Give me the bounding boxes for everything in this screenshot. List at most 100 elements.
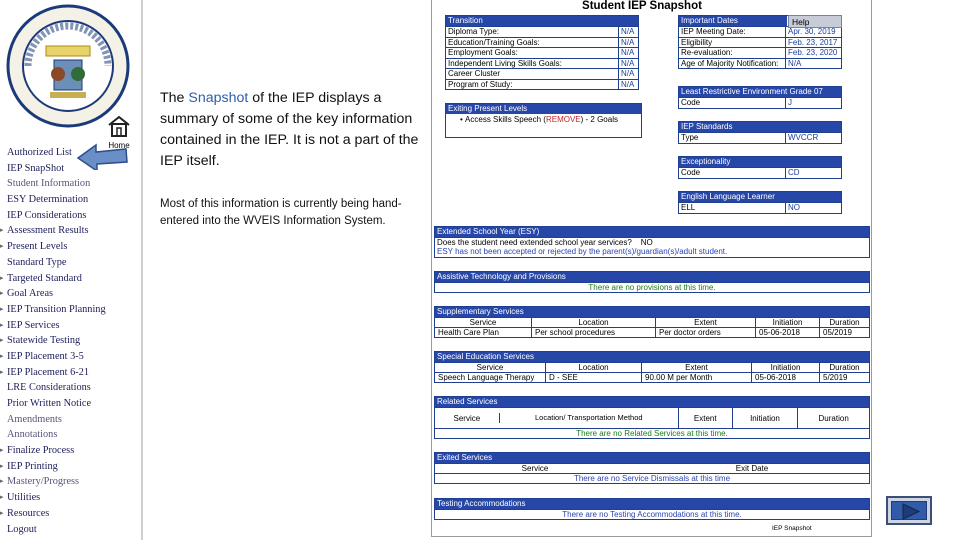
nav-goal-areas[interactable]: ▸ Goal Areas [0, 286, 140, 302]
remove-link[interactable]: REMOVE [546, 115, 581, 124]
nav-label: LRE Considerations [7, 382, 91, 394]
nav-assessment-results[interactable]: ▸ Assessment Results [0, 223, 140, 239]
nav-iep-placement-6-21[interactable]: ▸ IEP Placement 6-21 [0, 365, 140, 381]
esy-header: Extended School Year (ESY) [435, 227, 869, 237]
row-value: CD [785, 168, 841, 178]
cell: 5/2019 [819, 373, 869, 382]
row-value: N/A [618, 79, 638, 89]
nav-targeted-standard[interactable]: ▸ Targeted Standard [0, 271, 140, 287]
nav-annotations[interactable]: Annotations [0, 427, 140, 443]
nav-label: IEP Placement 6-21 [7, 366, 89, 378]
transition-row: Education/Training Goals: N/A [446, 36, 638, 47]
supplementary-column-headers: Service Location Extent Initiation Durat… [435, 317, 869, 327]
lre-box: Least Restrictive Environment Grade 07 C… [678, 86, 842, 109]
assistive-technology-box: Assistive Technology and Provisions Ther… [434, 271, 870, 293]
wv-department-of-education-seal [6, 4, 130, 128]
cell: 90.00 M per Month [641, 373, 751, 382]
nav-lre-considerations[interactable]: LRE Considerations [0, 380, 140, 396]
row-label: ELL [681, 203, 696, 212]
lre-row: Code J [679, 97, 841, 108]
nav-resources[interactable]: ▸ Resources [0, 506, 140, 522]
transition-row: Diploma Type: N/A [446, 26, 638, 37]
nav-mastery-progress[interactable]: ▸ Mastery/Progress [0, 474, 140, 490]
nav-finalize-process[interactable]: ▸ Finalize Process [0, 443, 140, 459]
cell: Health Care Plan [438, 328, 499, 337]
nav-iep-considerations[interactable]: IEP Considerations [0, 208, 140, 224]
row-value: Apr. 30, 2019 [785, 27, 841, 37]
next-button-face [891, 501, 927, 520]
nav-esy-determination[interactable]: ESY Determination [0, 192, 140, 208]
lre-header: Least Restrictive Environment Grade 07 [679, 87, 841, 97]
nav-label: Resources [7, 507, 50, 519]
snapshot-panel: Student IEP Snapshot Transition Diploma … [431, 0, 872, 537]
nav-amendments[interactable]: Amendments [0, 412, 140, 428]
nav-iep-transition-planning[interactable]: ▸ IEP Transition Planning [0, 302, 140, 318]
nav-standard-type[interactable]: Standard Type [0, 255, 140, 271]
bullet-icon: ▸ [0, 320, 4, 329]
testing-note: There are no Testing Accommodations at t… [435, 509, 869, 519]
cell: Per school procedures [531, 328, 655, 337]
standards-header: IEP Standards [679, 122, 841, 132]
at-header: Assistive Technology and Provisions [435, 272, 869, 282]
nav-label: Authorized List [7, 147, 72, 158]
cell: 05-06-2018 [755, 328, 819, 337]
row-label: Age of Majority Notification: [681, 58, 779, 68]
bullet-icon: ▸ [0, 273, 4, 282]
column-header: Service [476, 363, 504, 372]
related-header: Related Services [435, 397, 869, 407]
nav-label: Amendments [7, 413, 62, 425]
row-label: Program of Study: [448, 79, 513, 89]
nav-statewide-testing[interactable]: ▸ Statewide Testing [0, 333, 140, 349]
ell-header: English Language Learner [679, 192, 841, 202]
pointer-arrow-icon [76, 143, 128, 170]
nav-iep-printing[interactable]: ▸ IEP Printing [0, 459, 140, 475]
dates-row: Re-evaluation: Feb. 23, 2020 [679, 47, 841, 58]
nav-label: Statewide Testing [7, 335, 81, 347]
bullet-icon: ▸ [0, 493, 4, 502]
esy-question-row: Does the student need extended school ye… [435, 237, 869, 247]
row-label: Re-evaluation: [681, 48, 733, 57]
column-header: Service [469, 318, 497, 327]
sidebar-nav: Authorized List IEP SnapShot Student Inf… [0, 145, 140, 537]
help-button[interactable]: Help [788, 15, 842, 28]
nav-label: Annotations [7, 429, 58, 441]
row-value: NO [785, 203, 841, 213]
exceptionality-box: Exceptionality Code CD [678, 156, 842, 179]
nav-utilities[interactable]: ▸ Utilities [0, 490, 140, 506]
row-value: WVCCR [785, 133, 841, 143]
row-value: N/A [618, 48, 638, 58]
nav-label: Utilities [7, 492, 41, 504]
special-ed-header: Special Education Services [435, 352, 869, 362]
nav-prior-written-notice[interactable]: Prior Written Notice [0, 396, 140, 412]
nav-present-levels[interactable]: ▸ Present Levels [0, 239, 140, 255]
nav-iep-services[interactable]: ▸ IEP Services [0, 318, 140, 334]
exiting-item-text: ) - 2 Goals [580, 115, 618, 124]
nav-label: Assessment Results [7, 225, 89, 237]
related-note: There are no Related Services at this ti… [435, 428, 869, 438]
explanation-text: The [160, 90, 189, 106]
nav-iep-placement-3-5[interactable]: ▸ IEP Placement 3-5 [0, 349, 140, 365]
row-value: N/A [618, 58, 638, 68]
bullet-icon: ▸ [0, 304, 4, 313]
transition-row: Independent Living Skills Goals: N/A [446, 57, 638, 68]
snapshot-keyword: Snapshot [188, 90, 249, 106]
column-header: Extent [655, 318, 755, 327]
bullet-icon: ▸ [0, 289, 4, 298]
nav-label: IEP Services [7, 319, 60, 331]
bullet-icon: ▸ [0, 508, 4, 517]
row-label: Employment Goals: [448, 48, 518, 57]
nav-logout[interactable]: Logout [0, 522, 140, 538]
column-header: Duration [819, 363, 869, 372]
row-label: Independent Living Skills Goals: [448, 58, 562, 68]
row-value: N/A [618, 27, 638, 37]
bullet-icon: ▸ [0, 446, 4, 455]
nav-student-information[interactable]: Student Information [0, 176, 140, 192]
row-label: Type [681, 133, 699, 142]
row-label: Eligibility [681, 37, 713, 47]
column-header: Exit Date [735, 464, 769, 473]
column-header: Duration [797, 408, 869, 428]
esy-note: ESY has not been accepted or rejected by… [437, 247, 728, 256]
bullet-icon: ▸ [0, 461, 4, 470]
row-value: N/A [618, 37, 638, 47]
next-slide-button[interactable] [886, 496, 932, 525]
